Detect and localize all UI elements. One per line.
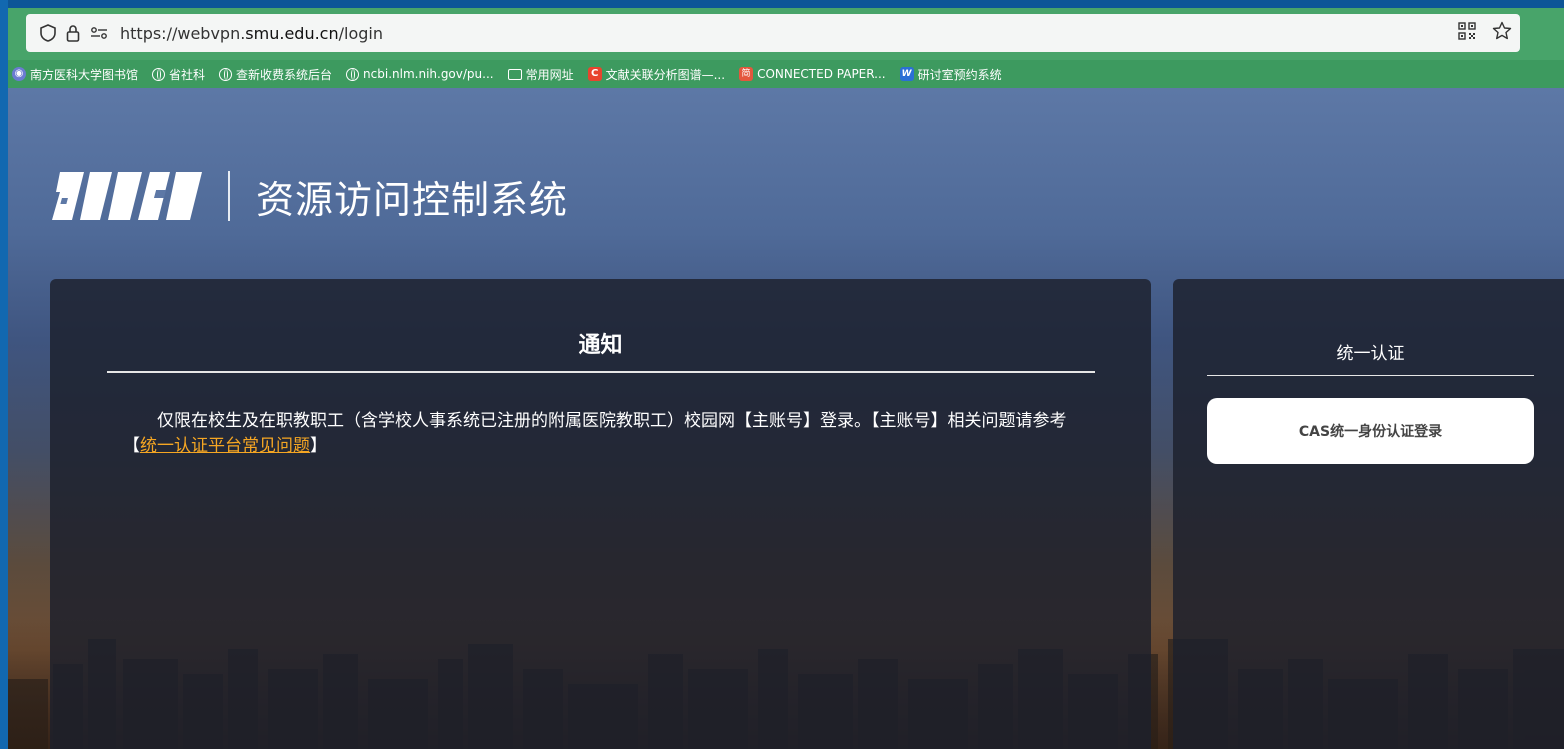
bookmarks-bar: ◉ 南方医科大学图书馆 省社科 查新收费系统后台 ncbi.nlm.nih.go… bbox=[8, 60, 1564, 88]
url-domain: smu.edu.cn bbox=[245, 23, 339, 43]
globe-icon bbox=[152, 67, 166, 81]
bookmark-label: CONNECTED PAPER... bbox=[757, 67, 886, 81]
bookmark-star-icon[interactable] bbox=[1492, 21, 1512, 45]
notice-text-end: 】 bbox=[310, 436, 327, 456]
shield-icon[interactable] bbox=[40, 24, 56, 42]
cas-login-button[interactable]: CAS统一身份认证登录 bbox=[1207, 398, 1534, 464]
library-icon: ◉ bbox=[12, 67, 26, 81]
globe-icon bbox=[346, 67, 360, 81]
url-path: /login bbox=[338, 23, 383, 43]
url-text[interactable]: https://webvpn.smu.edu.cn/login bbox=[120, 24, 383, 43]
url-prefix: https://webvpn. bbox=[120, 23, 246, 43]
bookmark-library[interactable]: ◉ 南方医科大学图书馆 bbox=[12, 66, 138, 83]
jian-logo-icon: 简 bbox=[739, 67, 754, 81]
qr-code-icon[interactable] bbox=[1458, 21, 1476, 45]
folder-icon bbox=[507, 68, 522, 80]
smu-logo-icon bbox=[52, 172, 202, 220]
bookmark-label: 南方医科大学图书馆 bbox=[30, 67, 139, 82]
address-bar[interactable]: https://webvpn.smu.edu.cn/login bbox=[26, 14, 1520, 52]
bookmark-label: 常用网址 bbox=[525, 67, 574, 82]
globe-icon bbox=[219, 67, 233, 81]
booking-logo-icon: W bbox=[899, 67, 914, 81]
notice-divider bbox=[107, 371, 1095, 373]
page-title: 资源访问控制系统 bbox=[256, 177, 569, 222]
bookmark-label: 查新收费系统后台 bbox=[236, 67, 333, 82]
lock-icon[interactable] bbox=[66, 24, 80, 42]
brand-divider bbox=[228, 171, 230, 221]
auth-panel: 统一认证 CAS统一身份认证登录 bbox=[1173, 279, 1564, 749]
notice-title: 通知 bbox=[578, 333, 623, 358]
bookmark-label: 文献关联分析图谱—... bbox=[605, 67, 726, 82]
window-frame-top bbox=[0, 0, 1564, 8]
permissions-icon[interactable] bbox=[90, 26, 108, 40]
bookmark-social-science[interactable]: 省社科 bbox=[152, 66, 205, 83]
faq-link[interactable]: 统一认证平台常见问题 bbox=[140, 436, 310, 456]
bookmark-connected-papers[interactable]: 简 CONNECTED PAPER... bbox=[739, 67, 886, 81]
bookmark-folder-common[interactable]: 常用网址 bbox=[507, 66, 574, 83]
notice-body: 仅限在校生及在职教职工（含学校人事系统已注册的附属医院教职工）校园网【主账号】登… bbox=[123, 409, 1083, 459]
bookmark-label: 省社科 bbox=[169, 67, 206, 82]
auth-title: 统一认证 bbox=[1336, 344, 1405, 364]
browser-toolbar: https://webvpn.smu.edu.cn/login bbox=[8, 8, 1564, 60]
bookmark-room-booking[interactable]: W 研讨室预约系统 bbox=[899, 66, 1002, 83]
bookmark-ncbi[interactable]: ncbi.nlm.nih.gov/pu... bbox=[346, 67, 494, 81]
bookmark-label: ncbi.nlm.nih.gov/pu... bbox=[363, 67, 494, 81]
window-frame-left bbox=[0, 0, 8, 749]
bookmark-label: 研讨室预约系统 bbox=[917, 67, 1002, 82]
bookmark-fee-system[interactable]: 查新收费系统后台 bbox=[219, 66, 332, 83]
notice-panel: 通知 仅限在校生及在职教职工（含学校人事系统已注册的附属医院教职工）校园网【主账… bbox=[50, 279, 1151, 749]
brand-header: 资源访问控制系统 bbox=[50, 168, 568, 224]
c-logo-icon: C bbox=[587, 67, 602, 81]
login-page: 资源访问控制系统 通知 仅限在校生及在职教职工（含学校人事系统已注册的附属医院教… bbox=[8, 88, 1564, 749]
bookmark-citation-graph[interactable]: C 文献关联分析图谱—... bbox=[587, 66, 726, 83]
auth-divider bbox=[1207, 375, 1534, 376]
